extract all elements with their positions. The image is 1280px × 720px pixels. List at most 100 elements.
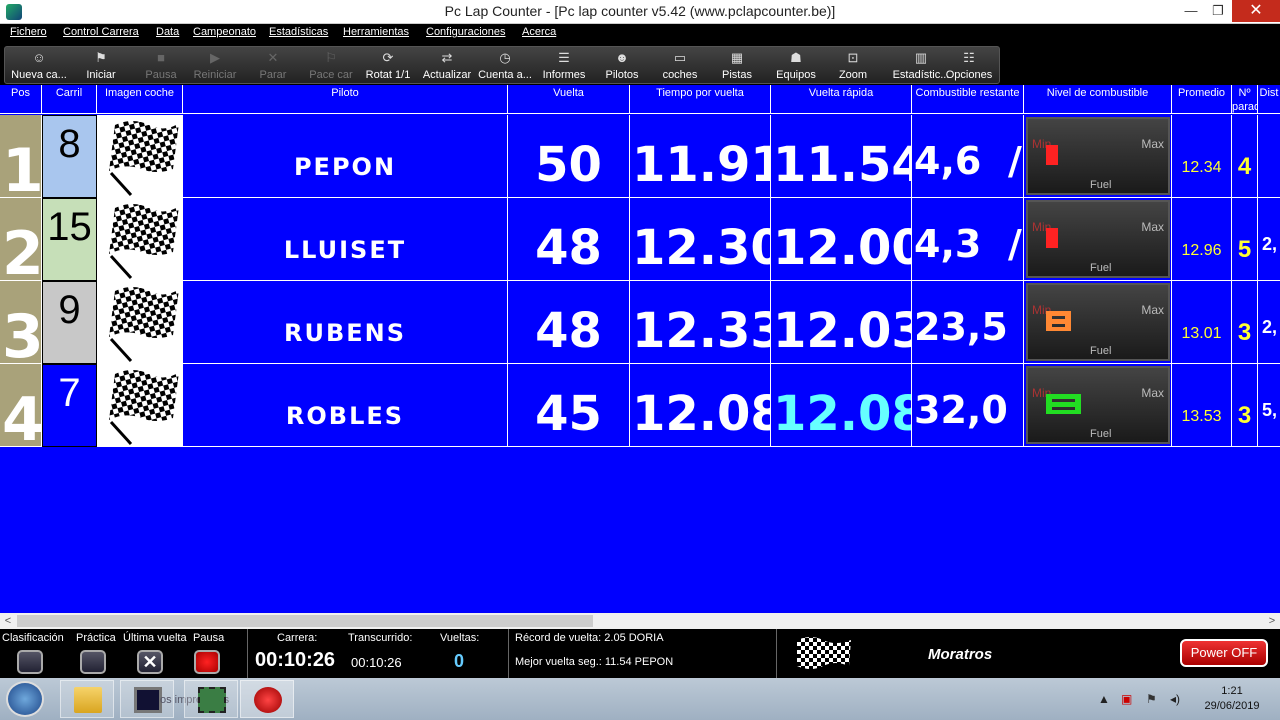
col-header-carril[interactable]: Carril (42, 85, 97, 114)
car-image-cell (97, 198, 183, 281)
toolbar-button[interactable]: ☷ Opciones (946, 47, 992, 85)
toolbar-button[interactable]: ☻ Pilotos (605, 47, 638, 85)
col-header-pos[interactable]: Pos (0, 85, 42, 114)
col-header-tiempo[interactable]: Tiempo por vuelta (630, 85, 771, 114)
toolbar-strip: ☺ Nueva ca... ⚑ Iniciar ■ Pausa ▶ Reiniciar ✕ Par… (4, 46, 1000, 84)
col-header-vuelta-rapida[interactable]: Vuelta rápida (771, 85, 912, 114)
toolbar-button[interactable]: ▦ Pistas (722, 47, 752, 85)
lap-count: 48 (535, 303, 602, 359)
col-header-combustible[interactable]: Combustible restante (912, 85, 1024, 114)
toolbar-button-label: Pistas (722, 69, 752, 81)
club-name: Moratros (928, 646, 993, 663)
lane-number: 8 (58, 122, 81, 166)
toolbar-button[interactable]: ⚑ Iniciar (83, 47, 119, 85)
fuel-level-bar (1046, 145, 1058, 165)
toolbar-button[interactable]: ▭ coches (663, 47, 698, 85)
menu-control-carrera[interactable]: Control Carrera (63, 26, 139, 38)
table-row[interactable]: 4 7 ROBLES 45 12.08 12.08 32,0 Min Max Fuel 13.53 3… (0, 364, 1280, 447)
volume-icon[interactable]: ◂) (1170, 692, 1180, 706)
toolbar-button-label: Nueva ca... (11, 69, 67, 81)
clock[interactable]: 1:21 29/06/2019 (1196, 684, 1268, 714)
ultima-vuelta-toggle[interactable]: ✕ (137, 650, 163, 674)
menu-fichero[interactable]: Fichero (10, 26, 47, 38)
folder-icon (74, 687, 102, 713)
toolbar-button[interactable]: ⚐ Pace car (309, 47, 352, 85)
network-icon[interactable]: ▣ (1121, 692, 1132, 706)
clasificacion-toggle[interactable] (17, 650, 43, 674)
lane-cell: 8 (42, 115, 97, 198)
toolbar-button[interactable]: ☰ Informes (543, 47, 586, 85)
toolbar-button[interactable]: ⟳ Rotat 1/1 (366, 47, 411, 85)
pause-icon: ■ (157, 50, 165, 65)
menu-acerca[interactable]: Acerca (522, 26, 556, 38)
table-row[interactable]: 3 9 RUBENS 48 12.33 12.03 23,5 Min Max Fuel 13.01 3… (0, 281, 1280, 364)
pit-stops: 3 (1237, 402, 1252, 429)
tray-expand-icon[interactable]: ▲ (1098, 692, 1110, 706)
average-cell: 12.34 (1172, 115, 1232, 198)
minimize-button[interactable]: — (1176, 0, 1206, 22)
taskbar: os impresoras ▲ ▣ ⚑ ◂) 1:21 29/06/2019 (0, 678, 1280, 720)
col-header-imagen[interactable]: Imagen coche (97, 85, 183, 114)
toolbar-button[interactable]: ⊡ Zoom (839, 47, 867, 85)
pit-stops: 3 (1237, 319, 1252, 346)
toolbar-button[interactable]: ■ Pausa (143, 47, 179, 85)
fuel-max-label: Max (1141, 303, 1164, 317)
menu-campeonato[interactable]: Campeonato (193, 26, 256, 38)
table-row[interactable]: 2 15 LLUISET 48 12.30 12.00 4,3/Min Max Fuel 12.9… (0, 198, 1280, 281)
toolbar-button[interactable]: ☺ Nueva ca... (11, 47, 67, 85)
lap-time-cell: 12.33 (630, 281, 771, 364)
close-button[interactable]: ✕ (1232, 0, 1280, 22)
col-header-piloto[interactable]: Piloto (183, 85, 508, 114)
divider (247, 629, 248, 678)
col-header-parada[interactable]: Nº parada (1232, 85, 1258, 114)
position: 1 (2, 136, 42, 198)
pilot-cell: RUBENS (183, 281, 508, 364)
table-row[interactable]: 1 8 PEPON 50 11.91 11.54 4,6/Min Max Fuel 12.34 4 (0, 115, 1280, 198)
col-header-promedio[interactable]: Promedio (1172, 85, 1232, 114)
toolbar-button[interactable]: ▥ Estadístic... (893, 47, 950, 85)
pit-stops: 4 (1237, 153, 1252, 180)
col-header-nivel[interactable]: Nivel de combustible (1024, 85, 1172, 114)
toolbar-button-label: Equipos (776, 69, 816, 81)
scroll-left-icon[interactable]: < (0, 613, 16, 629)
pausa-toggle[interactable] (194, 650, 220, 674)
toolbar-button[interactable]: ▶ Reiniciar (194, 47, 237, 85)
practica-toggle[interactable] (80, 650, 106, 674)
toolbar-button[interactable]: ◷ Cuenta a... (478, 47, 532, 85)
horizontal-scrollbar[interactable]: < > (0, 613, 1280, 629)
scroll-right-icon[interactable]: > (1264, 613, 1280, 629)
menu-estadisticas[interactable]: Estadísticas (269, 26, 328, 38)
toolbar-button[interactable]: ✕ Parar (258, 47, 288, 85)
col-header-dist[interactable]: Dist (1258, 85, 1280, 114)
menu-data[interactable]: Data (156, 26, 179, 38)
fuel-level-cell: Min Max Fuel (1024, 198, 1172, 281)
distance-cell: 5, (1258, 364, 1280, 447)
toolbar-button-label: Iniciar (86, 69, 116, 81)
scroll-thumb[interactable] (17, 615, 593, 627)
col-header-vuelta[interactable]: Vuelta (508, 85, 630, 114)
fuel-max-label: Max (1141, 137, 1164, 151)
fuel-label: Fuel (1090, 428, 1112, 440)
explorer-taskbar-button[interactable] (60, 680, 114, 718)
action-center-icon[interactable]: ⚑ (1146, 692, 1157, 706)
toolbar-button[interactable]: ☗ Equipos (776, 47, 816, 85)
pclapcounter-taskbar-button[interactable] (240, 680, 294, 718)
menu-configuraciones[interactable]: Configuraciones (426, 26, 506, 38)
position-cell: 3 (0, 281, 42, 364)
toolbar-button[interactable]: ⇄ Actualizar (423, 47, 471, 85)
maximize-button[interactable]: ❐ (1203, 0, 1233, 22)
lane-cell: 15 (42, 198, 97, 281)
power-off-button[interactable]: Power OFF (1180, 639, 1268, 667)
board-taskbar-button[interactable] (184, 680, 238, 718)
menu-herramientas[interactable]: Herramientas (343, 26, 409, 38)
lane-number: 15 (47, 205, 92, 249)
pilot-name: RUBENS (283, 319, 407, 347)
laps-value: 0 (454, 651, 465, 671)
lap-time: 12.08 (632, 386, 771, 442)
lap-time: 12.33 (632, 303, 771, 359)
start-button[interactable] (6, 681, 44, 717)
lap-count: 48 (535, 220, 602, 276)
fuel-gauge: Min Max Fuel (1026, 283, 1170, 361)
fuel-level-cell: Min Max Fuel (1024, 281, 1172, 364)
fuel-remaining-cell: 23,5 (912, 281, 1024, 364)
